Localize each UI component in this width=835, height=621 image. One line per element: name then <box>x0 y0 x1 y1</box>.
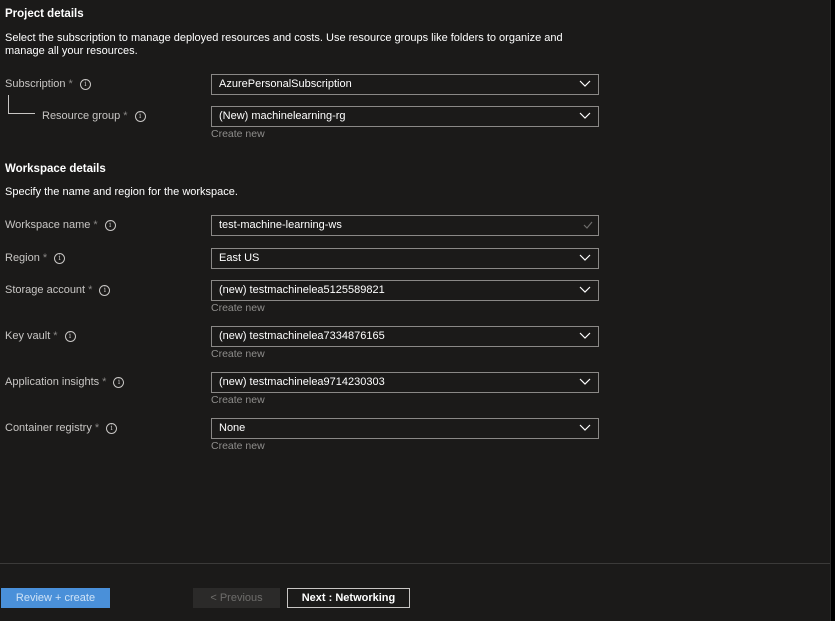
storage-account-create-new-link[interactable]: Create new <box>211 302 265 314</box>
chevron-down-icon <box>579 378 591 385</box>
info-icon[interactable]: i <box>134 110 146 122</box>
required-marker: * <box>88 284 93 296</box>
container-registry-dropdown[interactable]: None <box>211 418 599 439</box>
required-marker: * <box>94 422 100 434</box>
info-icon[interactable]: i <box>113 376 125 388</box>
workspace-details-description: Specify the name and region for the work… <box>5 186 238 198</box>
key-vault-value: (new) testmachinelea7334876165 <box>219 330 385 342</box>
container-registry-label-text: Container registry <box>5 422 92 434</box>
application-insights-dropdown[interactable]: (new) testmachinelea9714230303 <box>211 372 599 393</box>
application-insights-label: Application insights * i <box>5 376 125 388</box>
storage-account-label-text: Storage account <box>5 284 86 296</box>
chevron-down-icon <box>579 80 591 87</box>
info-icon[interactable]: i <box>79 78 91 90</box>
next-networking-button[interactable]: Next : Networking <box>287 588 410 608</box>
tree-connector <box>8 95 35 114</box>
workspace-name-label-text: Workspace name <box>5 219 91 231</box>
subscription-value: AzurePersonalSubscription <box>219 78 352 90</box>
workspace-details-heading: Workspace details <box>5 163 106 175</box>
key-vault-create-new-link[interactable]: Create new <box>211 348 265 360</box>
chevron-down-icon <box>579 424 591 431</box>
storage-account-dropdown[interactable]: (new) testmachinelea5125589821 <box>211 280 599 301</box>
resource-group-label-text: Resource group <box>42 110 121 122</box>
region-label-text: Region <box>5 252 40 264</box>
info-icon[interactable]: i <box>106 422 118 434</box>
container-registry-value: None <box>219 422 246 434</box>
storage-account-value: (new) testmachinelea5125589821 <box>219 284 385 296</box>
info-icon[interactable]: i <box>54 252 66 264</box>
application-insights-label-text: Application insights <box>5 376 100 388</box>
container-registry-create-new-link[interactable]: Create new <box>211 440 265 452</box>
storage-account-label: Storage account * i <box>5 284 111 296</box>
required-marker: * <box>53 330 58 342</box>
required-marker: * <box>102 376 107 388</box>
chevron-down-icon <box>579 286 591 293</box>
project-details-description: Select the subscription to manage deploy… <box>5 32 563 57</box>
required-marker: * <box>123 110 128 122</box>
previous-button[interactable]: < Previous <box>193 588 280 608</box>
region-value: East US <box>219 252 260 264</box>
chevron-down-icon <box>579 332 591 339</box>
key-vault-label: Key vault * i <box>5 330 76 342</box>
required-marker: * <box>42 252 48 264</box>
info-icon[interactable]: i <box>99 284 111 296</box>
resource-group-create-new-link[interactable]: Create new <box>211 128 265 140</box>
application-insights-value: (new) testmachinelea9714230303 <box>219 376 385 388</box>
chevron-down-icon <box>579 254 591 261</box>
region-dropdown[interactable]: East US <box>211 248 599 269</box>
workspace-name-value: test-machine-learning-ws <box>219 219 342 231</box>
subscription-label-text: Subscription <box>5 78 66 90</box>
subscription-label: Subscription * i <box>5 78 91 90</box>
key-vault-label-text: Key vault <box>5 330 51 342</box>
resource-group-dropdown[interactable]: (New) machinelearning-rg <box>211 106 599 127</box>
wizard-footer: Review + create < Previous Next : Networ… <box>0 563 830 621</box>
chevron-down-icon <box>579 112 591 119</box>
region-label: Region * i <box>5 252 66 264</box>
checkmark-icon <box>583 221 593 229</box>
required-marker: * <box>93 219 98 231</box>
project-details-heading: Project details <box>5 8 84 20</box>
container-registry-label: Container registry * i <box>5 422 118 434</box>
create-workspace-panel: Project details Select the subscription … <box>0 0 831 621</box>
required-marker: * <box>68 78 73 90</box>
info-icon[interactable]: i <box>64 330 76 342</box>
resource-group-value: (New) machinelearning-rg <box>219 110 346 122</box>
info-icon[interactable]: i <box>104 219 116 231</box>
workspace-name-label: Workspace name * i <box>5 219 116 231</box>
review-create-button[interactable]: Review + create <box>1 588 110 608</box>
subscription-dropdown[interactable]: AzurePersonalSubscription <box>211 74 599 95</box>
key-vault-dropdown[interactable]: (new) testmachinelea7334876165 <box>211 326 599 347</box>
resource-group-label: Resource group * i <box>42 110 146 122</box>
application-insights-create-new-link[interactable]: Create new <box>211 394 265 406</box>
workspace-name-input[interactable]: test-machine-learning-ws <box>211 215 599 236</box>
